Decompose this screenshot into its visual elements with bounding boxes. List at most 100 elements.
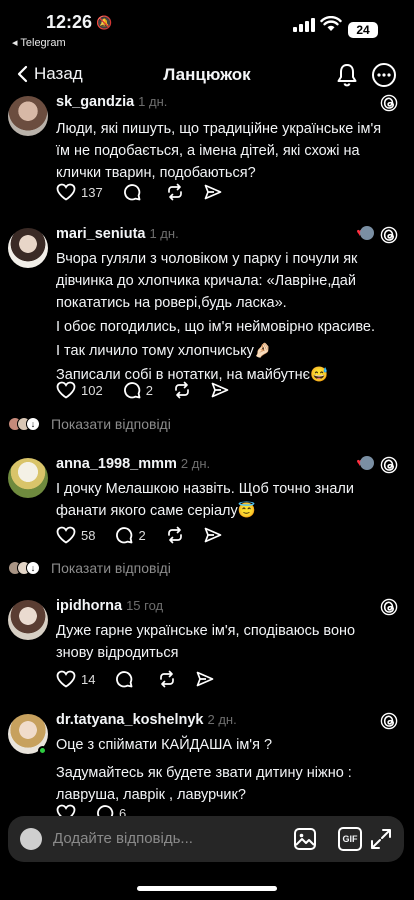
threads-icon[interactable] (380, 598, 398, 616)
comment-author[interactable]: sk_gandzia 1 дн. (56, 94, 167, 110)
send-icon (204, 184, 222, 200)
comment-text: І дочку Мелашкою назвіть. Щоб точно знал… (56, 481, 354, 519)
expand-icon[interactable] (369, 827, 393, 851)
image-icon[interactable] (293, 827, 317, 851)
comment-item: dr.tatyana_koshelnyk 2 дн. Оце з спіймати… (0, 712, 414, 822)
repost-icon (167, 183, 182, 201)
reply-button[interactable] (115, 670, 138, 688)
like-button[interactable]: 58 (56, 526, 95, 544)
online-status-dot (38, 746, 47, 755)
comment-time: 2 дн. (180, 456, 211, 471)
comment-item: sk_gandzia 1 дн. Люди, які пишуть, що тра… (0, 94, 414, 204)
send-icon (197, 671, 214, 687)
comment-bubble-icon (123, 184, 141, 201)
share-button[interactable] (211, 381, 229, 399)
comment-actions: 102 2 (56, 379, 249, 401)
send-icon (204, 527, 222, 543)
repost-icon (160, 670, 175, 688)
like-count: 102 (81, 382, 103, 398)
share-button[interactable] (204, 183, 222, 201)
comment-bubble-icon (116, 671, 133, 688)
comment-actions: 14 (56, 668, 234, 690)
threads-icon[interactable] (380, 94, 398, 112)
avatar[interactable] (8, 228, 48, 268)
arrow-down-icon: ↓ (26, 561, 40, 575)
like-button[interactable]: 137 (56, 183, 103, 201)
my-avatar (20, 828, 42, 850)
repost-button[interactable] (166, 526, 184, 544)
creator-avatar (360, 226, 374, 240)
comment-time: 15 год (126, 598, 164, 613)
top-bar: Назад Ланцюжок (0, 54, 414, 96)
comment-text: Оце з спіймати КАЙДАША ім'я ? Задумайтес… (56, 737, 352, 803)
comment-author[interactable]: ipidhorna 15 год (56, 598, 163, 614)
creator-liked-badge: ♥ (356, 226, 374, 240)
comment-time: 1 дн. (138, 94, 168, 109)
back-to-app-link[interactable]: ◂ Telegram (12, 36, 66, 49)
comment-text: Дуже гарне українське ім'я, сподіваюсь в… (56, 623, 356, 661)
comment-bubble-icon (116, 527, 133, 544)
notifications-bell-icon[interactable] (334, 62, 360, 88)
comment-time: 1 дн. (149, 226, 179, 241)
wifi-icon (320, 16, 342, 31)
comment-actions: 58 2 (56, 524, 242, 546)
like-count: 14 (81, 671, 96, 687)
heart-icon (56, 381, 76, 399)
repost-icon (175, 381, 189, 399)
reply-input[interactable]: Додайте відповідь... (53, 830, 193, 847)
home-indicator[interactable] (137, 886, 277, 891)
show-replies-label: Показати відповіді (51, 416, 171, 432)
repost-icon (167, 526, 182, 544)
repost-button[interactable] (173, 381, 191, 399)
comment-item: anna_1998_mmm2 дн. ♥ І дочку Мелашкою на… (0, 456, 414, 576)
comment-text: Люди, які пишуть, що традиційне українсь… (56, 121, 382, 181)
reply-button[interactable]: 2 (123, 381, 153, 399)
reply-button[interactable]: 2 (115, 526, 146, 544)
comment-author[interactable]: dr.tatyana_koshelnyk 2 дн. (56, 712, 237, 728)
reply-composer[interactable]: Додайте відповідь... GIF (8, 816, 404, 862)
threads-icon[interactable] (380, 226, 398, 244)
like-count: 58 (81, 527, 96, 543)
status-time: 12:26 (46, 12, 93, 32)
repost-button[interactable] (166, 183, 184, 201)
avatar[interactable] (8, 458, 48, 498)
avatar[interactable] (8, 96, 48, 136)
like-button[interactable]: 14 (56, 670, 95, 688)
share-button[interactable] (196, 670, 214, 688)
replier-avatars: ↓ (8, 417, 40, 431)
creator-avatar (360, 456, 374, 470)
creator-liked-badge: ♥ (356, 456, 374, 470)
silent-bell-icon: 🔕 (96, 15, 113, 30)
comment-time: 2 дн. (207, 712, 237, 727)
gif-button[interactable]: GIF (338, 827, 362, 851)
threads-icon[interactable] (380, 712, 398, 730)
comment-author[interactable]: anna_1998_mmm 2 дн. (56, 456, 210, 472)
more-options-icon[interactable] (371, 62, 397, 88)
share-button[interactable] (204, 526, 222, 544)
threads-icon[interactable] (380, 456, 398, 474)
comment-bubble-icon (123, 382, 141, 399)
cell-signal-icon (293, 18, 315, 32)
heart-icon (56, 183, 76, 201)
show-replies-link[interactable]: ↓ Показати відповіді (8, 416, 171, 432)
comment-item: mari_seniuta1 дн. ♥ Вчора гуляли з чолов… (0, 226, 414, 436)
replier-avatars: ↓ (8, 561, 40, 575)
comment-item: ipidhorna 15 год Дуже гарне українське ім… (0, 598, 414, 698)
reply-count: 2 (145, 382, 153, 398)
arrow-down-icon: ↓ (26, 417, 40, 431)
heart-icon (56, 526, 76, 544)
comment-actions: 137 (56, 181, 242, 203)
send-icon (211, 382, 229, 398)
repost-button[interactable] (158, 670, 176, 688)
battery-indicator: 24 (348, 22, 378, 38)
comment-text: Вчора гуляли з чоловіком у парку і почул… (56, 251, 375, 383)
like-button[interactable]: 102 (56, 381, 103, 399)
avatar[interactable] (8, 600, 48, 640)
comment-author[interactable]: mari_seniuta 1 дн. (56, 226, 179, 242)
reply-button[interactable] (123, 183, 146, 201)
show-replies-label: Показати відповіді (51, 560, 171, 576)
status-bar: 12:26 🔕 ◂ Telegram 24 (0, 0, 414, 50)
show-replies-link[interactable]: ↓ Показати відповіді (8, 560, 171, 576)
reply-count: 2 (138, 527, 146, 543)
like-count: 137 (81, 184, 103, 200)
